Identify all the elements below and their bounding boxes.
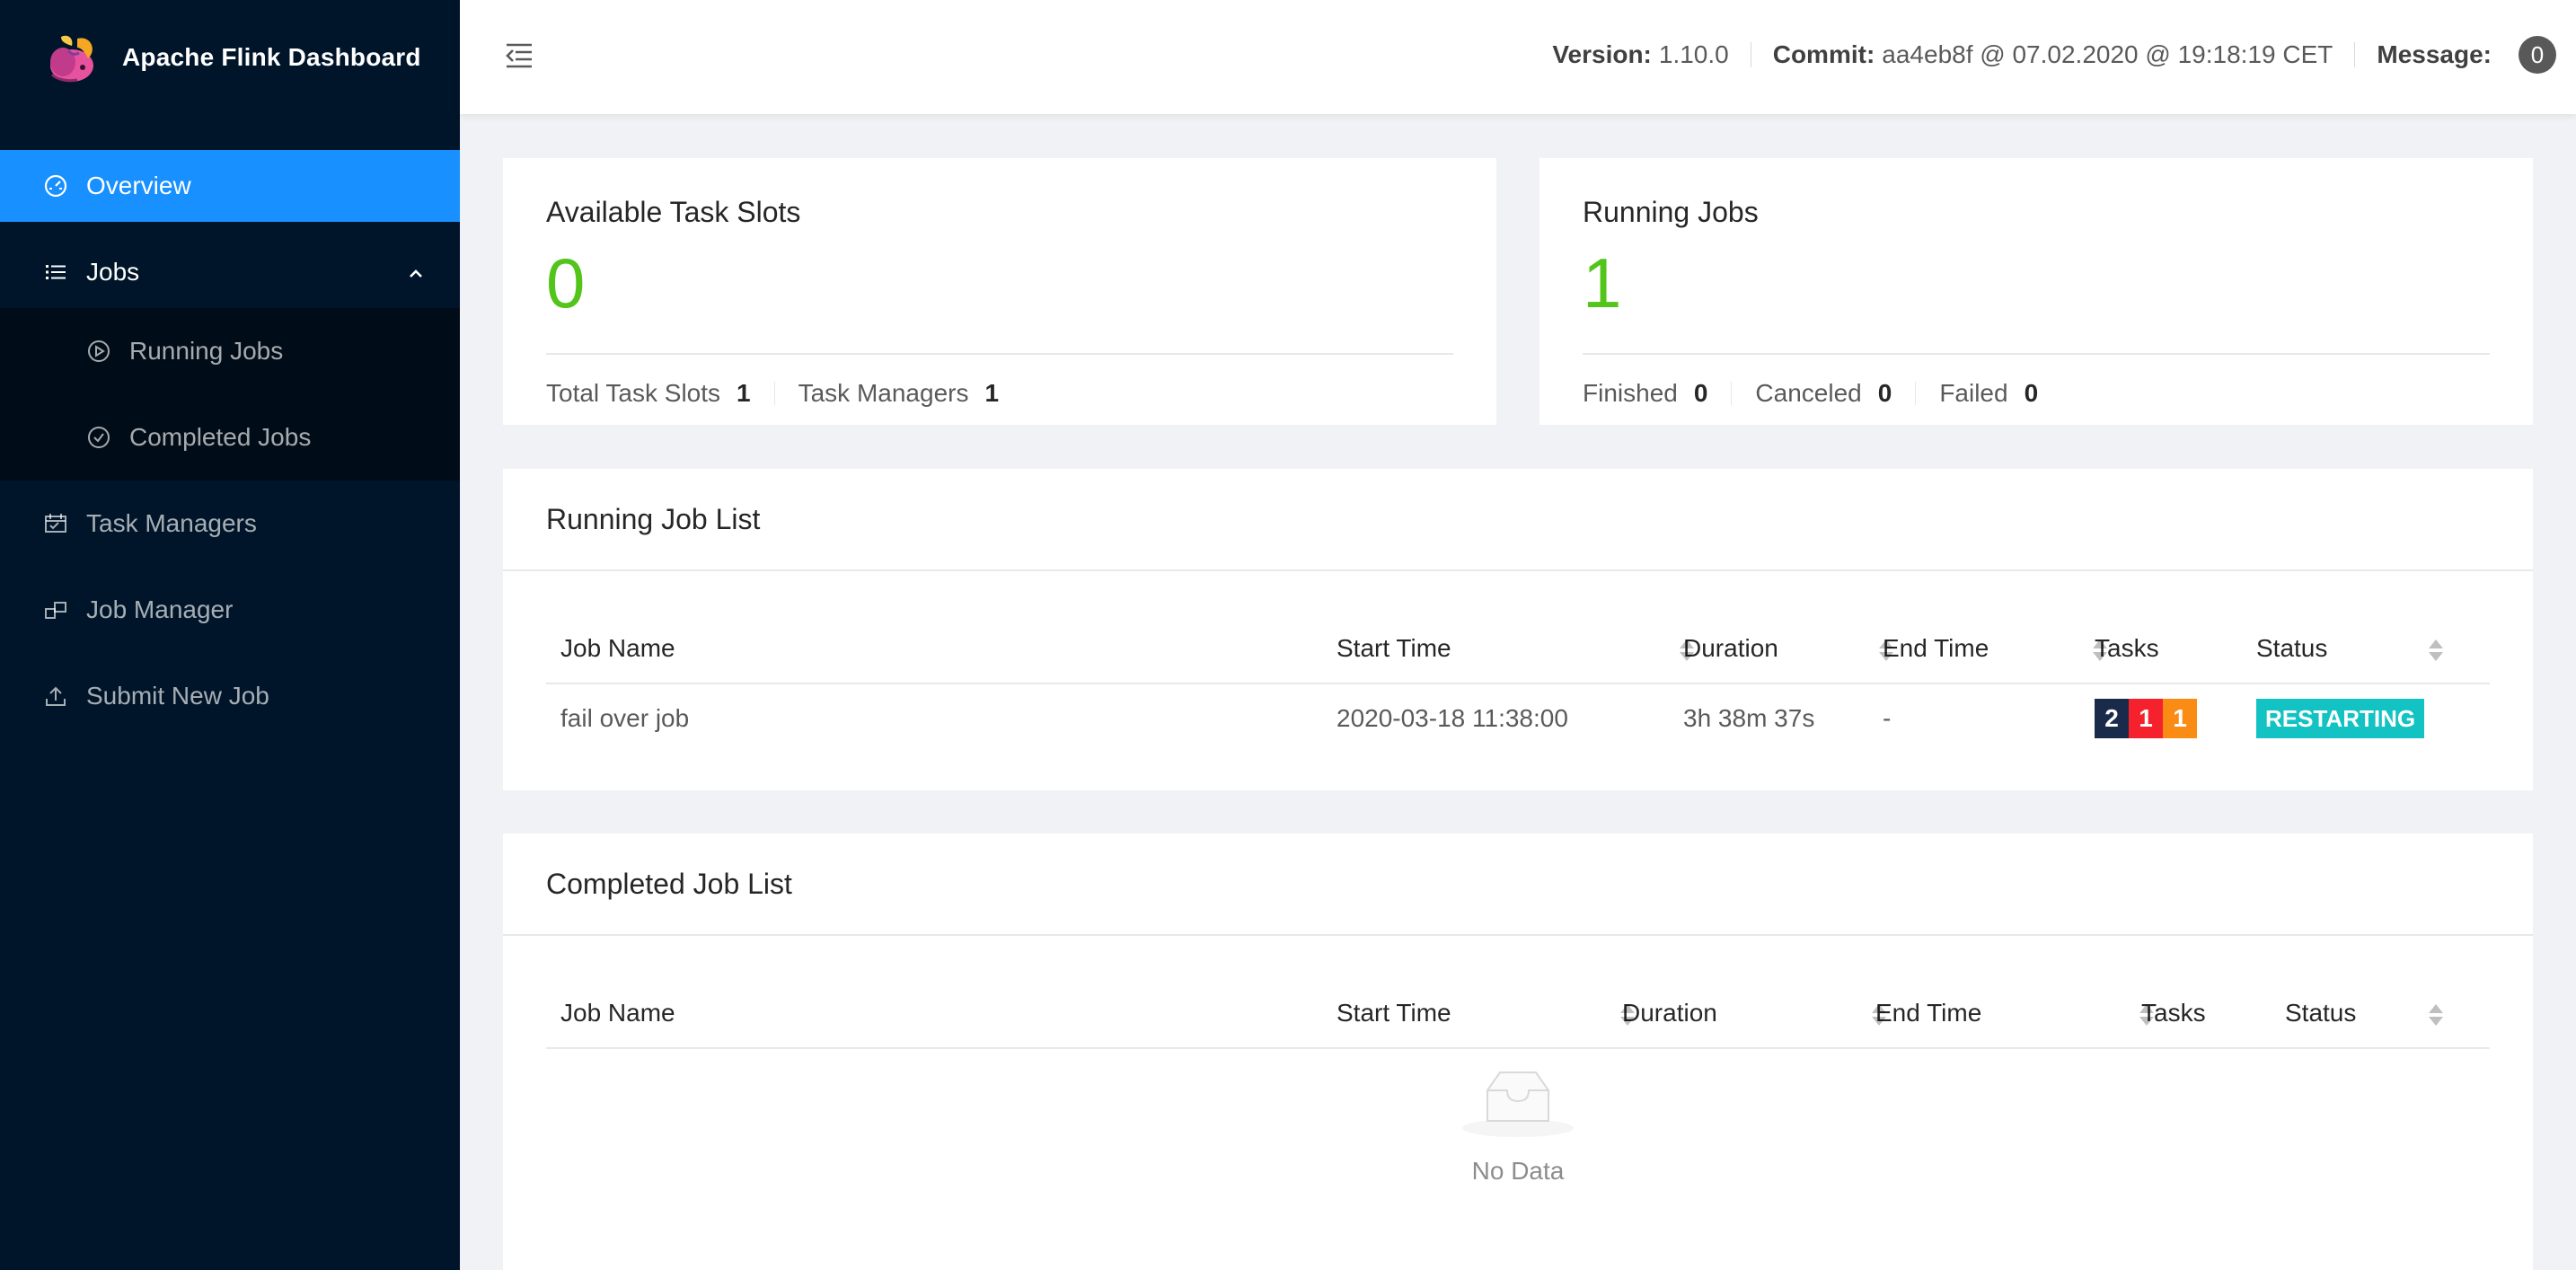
- task-count-created: 2: [2095, 699, 2129, 738]
- canceled-label: Canceled: [1755, 379, 1862, 407]
- column-header-duration[interactable]: Duration: [1622, 999, 1717, 1027]
- sidebar-item-submit-new-job[interactable]: Submit New Job: [0, 653, 460, 739]
- sidebar: Apache Flink Dashboard Overview Jobs Run…: [0, 0, 460, 1270]
- running-jobs-value: 1: [1583, 243, 1622, 322]
- total-task-slots-value: 1: [737, 379, 751, 407]
- start-time: 2020-03-18 11:38:00: [1337, 704, 1568, 732]
- column-header-job-name: Job Name: [560, 634, 675, 662]
- schedule-icon: [43, 511, 68, 536]
- sidebar-menu: Overview Jobs Running Jobs Completed Job…: [0, 150, 460, 739]
- upload-icon: [43, 684, 68, 709]
- sidebar-item-label: Overview: [86, 172, 191, 199]
- task-status-counts: 2 1 1: [2095, 699, 2197, 738]
- top-header: Version: 1.10.0 Commit: aa4eb8f @ 07.02.…: [460, 0, 2576, 114]
- sort-icon[interactable]: [2429, 1002, 2443, 1027]
- empty-text: No Data: [1471, 1157, 1565, 1185]
- task-slots-card: Available Task Slots 0 Total Task Slots …: [503, 158, 1496, 425]
- play-circle-icon: [86, 339, 111, 364]
- build-icon: [43, 597, 68, 622]
- task-managers-label: Task Managers: [798, 379, 969, 407]
- canceled-value: 0: [1877, 379, 1892, 407]
- message-label: Message:: [2377, 40, 2492, 68]
- divider: [546, 353, 1453, 355]
- sidebar-item-completed-jobs[interactable]: Completed Jobs: [0, 394, 460, 481]
- divider: [503, 934, 2533, 936]
- column-header-status[interactable]: Status: [2256, 634, 2327, 663]
- app-title: Apache Flink Dashboard: [122, 43, 421, 71]
- task-count-failed: 1: [2129, 699, 2163, 738]
- chevron-up-icon: [406, 261, 426, 281]
- divider: [1731, 382, 1733, 405]
- completed-job-list-card: Completed Job List Job Name Start Time D…: [503, 833, 2533, 1270]
- message-count-badge[interactable]: 0: [2519, 36, 2556, 74]
- task-count-canceling: 1: [2163, 699, 2197, 738]
- finished-label: Finished: [1583, 379, 1678, 407]
- divider: [1583, 353, 2490, 355]
- flink-squirrel-logo: [41, 28, 101, 87]
- available-slots-value: 0: [546, 243, 586, 322]
- card-title: Running Job List: [546, 503, 761, 535]
- sidebar-item-label: Task Managers: [86, 509, 257, 537]
- column-header-status[interactable]: Status: [2285, 999, 2356, 1027]
- sort-icon[interactable]: [2429, 638, 2443, 663]
- dashboard-icon: [43, 173, 68, 198]
- column-header-end-time[interactable]: End Time: [1875, 999, 1981, 1027]
- sidebar-item-label: Job Manager: [86, 595, 234, 623]
- commit-label: Commit:: [1772, 40, 1875, 68]
- sidebar-item-job-manager[interactable]: Job Manager: [0, 567, 460, 653]
- failed-value: 0: [2024, 379, 2039, 407]
- version-value: 1.10.0: [1658, 40, 1729, 68]
- table-header: Job Name Start Time Duration End Time Ta…: [546, 977, 2490, 1049]
- sidebar-item-overview[interactable]: Overview: [0, 150, 460, 222]
- card-title: Running Jobs: [1583, 196, 1759, 228]
- divider: [773, 382, 775, 405]
- job-name[interactable]: fail over job: [560, 704, 689, 733]
- column-header-end-time[interactable]: End Time: [1883, 634, 1989, 663]
- task-managers-value: 1: [984, 379, 1000, 407]
- empty-state: [546, 1063, 2490, 1143]
- running-jobs-table: Job Name Start Time Duration End Time Ta…: [546, 613, 2490, 792]
- running-jobs-card: Running Jobs 1 Finished 0 Canceled 0 Fai…: [1539, 158, 2533, 425]
- sidebar-item-label: Completed Jobs: [129, 423, 312, 451]
- failed-label: Failed: [1939, 379, 2008, 407]
- sidebar-item-jobs[interactable]: Jobs: [0, 236, 460, 308]
- sidebar-item-task-managers[interactable]: Task Managers: [0, 481, 460, 567]
- card-title: Completed Job List: [546, 868, 792, 900]
- column-header-duration[interactable]: Duration: [1683, 634, 1778, 663]
- divider: [1915, 382, 1917, 405]
- running-job-list-card: Running Job List Job Name Start Time Dur…: [503, 469, 2533, 790]
- table-row[interactable]: fail over job 2020-03-18 11:38:00 3h 38m…: [546, 684, 2490, 756]
- column-header-tasks: Tasks: [2095, 634, 2159, 662]
- card-title: Available Task Slots: [546, 196, 801, 228]
- jobs-submenu: Running Jobs Completed Jobs: [0, 308, 460, 481]
- divider: [503, 569, 2533, 571]
- status-badge: RESTARTING: [2256, 699, 2425, 738]
- column-header-job-name: Job Name: [560, 999, 675, 1027]
- card-footer: Finished 0 Canceled 0 Failed 0: [1583, 379, 2038, 408]
- check-circle-icon: [86, 425, 111, 450]
- sidebar-item-label: Running Jobs: [129, 337, 284, 365]
- column-header-tasks: Tasks: [2141, 999, 2206, 1027]
- finished-value: 0: [1693, 379, 1708, 407]
- card-footer: Total Task Slots 1 Task Managers 1: [546, 379, 999, 408]
- total-task-slots-label: Total Task Slots: [546, 379, 721, 407]
- sidebar-item-label: Jobs: [86, 258, 140, 286]
- commit-value: aa4eb8f @ 07.02.2020 @ 19:18:19 CET: [1882, 40, 2333, 68]
- empty-inbox-icon: [1460, 1063, 1575, 1143]
- app-logo-area[interactable]: Apache Flink Dashboard: [0, 0, 460, 115]
- list-icon: [43, 260, 68, 285]
- end-time: -: [1883, 704, 1892, 732]
- menu-fold-icon[interactable]: [503, 40, 535, 72]
- table-header: Job Name Start Time Duration End Time Ta…: [546, 613, 2490, 684]
- completed-jobs-table: Job Name Start Time Duration End Time Ta…: [546, 977, 2490, 1265]
- divider: [2354, 42, 2356, 67]
- column-header-start-time[interactable]: Start Time: [1337, 999, 1451, 1027]
- version-label: Version:: [1552, 40, 1652, 68]
- column-header-start-time[interactable]: Start Time: [1337, 634, 1451, 663]
- cluster-info: Version: 1.10.0 Commit: aa4eb8f @ 07.02.…: [1552, 36, 2556, 74]
- sidebar-item-label: Submit New Job: [86, 682, 269, 710]
- sidebar-item-running-jobs[interactable]: Running Jobs: [0, 308, 460, 394]
- duration: 3h 38m 37s: [1683, 704, 1815, 732]
